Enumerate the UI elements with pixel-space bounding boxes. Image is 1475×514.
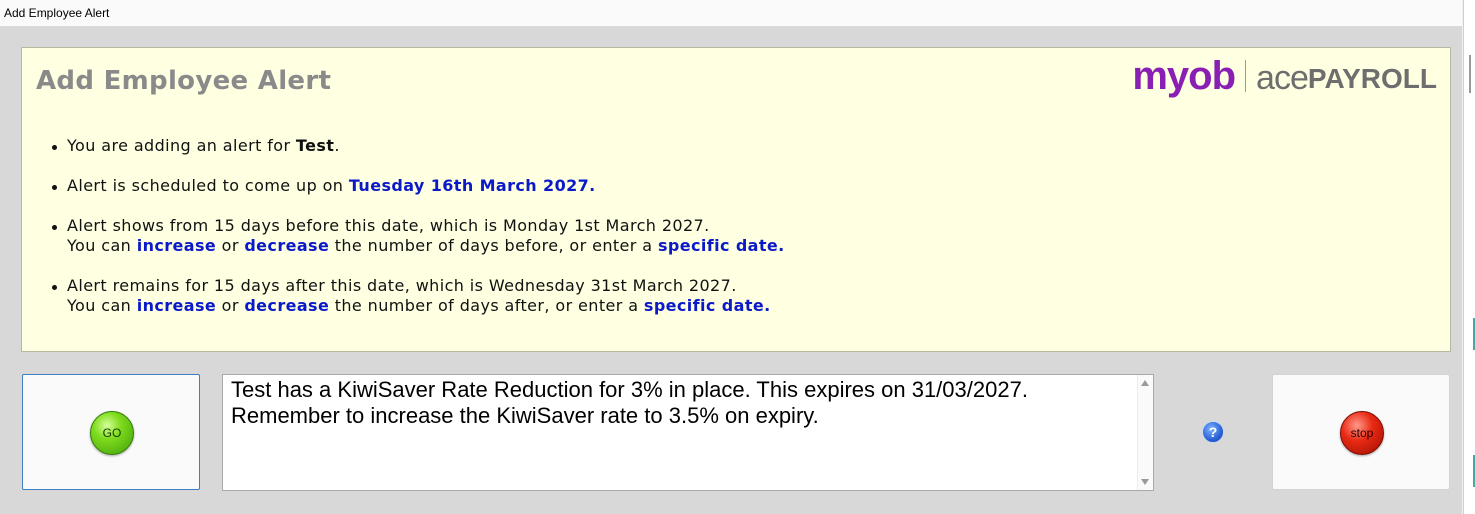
bullet-dot (52, 185, 57, 190)
specific-end-date-link[interactable]: specific date. (644, 296, 771, 315)
window-title: Add Employee Alert (4, 6, 110, 20)
logo-payroll: PAYROLL (1307, 63, 1437, 94)
logo-ace: ace (1256, 59, 1309, 97)
bullet-dot (52, 145, 57, 150)
text: . (334, 136, 340, 155)
bullet-dot (52, 225, 57, 230)
specific-start-date-link[interactable]: specific date. (658, 236, 785, 255)
text: or (216, 236, 245, 255)
text: You can (67, 236, 137, 255)
stop-button[interactable]: stop (1340, 411, 1384, 455)
list-item: You are adding an alert for Test. (52, 136, 1432, 156)
text: Alert is scheduled to come up on (67, 176, 349, 195)
go-button[interactable]: GO (90, 411, 134, 455)
alert-message-text[interactable]: Test has a KiwiSaver Rate Reduction for … (231, 377, 1131, 429)
text: You are adding an alert for (67, 136, 296, 155)
bullet-dot (52, 285, 57, 290)
help-icon[interactable]: ? (1202, 421, 1224, 443)
logo-divider (1245, 60, 1247, 92)
employee-name: Test (295, 136, 335, 155)
list-item: Alert remains for 15 days after this dat… (52, 276, 1432, 316)
text: the number of days before, or enter a (329, 236, 658, 255)
scroll-down-arrow-icon[interactable] (1141, 479, 1149, 485)
alert-date-link[interactable]: Tuesday 16th March 2027. (349, 176, 596, 195)
logo-myob: myob (1132, 54, 1236, 98)
text: Alert remains for 15 days after this dat… (67, 276, 737, 295)
background-window-edge (1463, 0, 1475, 514)
edge-mark (1469, 55, 1471, 93)
text: the number of days after, or enter a (329, 296, 644, 315)
increase-days-before-link[interactable]: increase (137, 236, 216, 255)
myob-ace-payroll-logo: myob acePAYROLL (1132, 54, 1437, 98)
text: or (216, 296, 245, 315)
dialog-body: Add Employee Alert myob acePAYROLL You ar… (0, 27, 1462, 514)
decrease-days-after-link[interactable]: decrease (244, 296, 329, 315)
text: You can (67, 296, 137, 315)
scroll-up-arrow-icon[interactable] (1141, 380, 1149, 386)
alert-details-list: You are adding an alert for Test. Alert … (52, 136, 1432, 336)
title-bar: Add Employee Alert (0, 0, 1462, 27)
info-panel: Add Employee Alert myob acePAYROLL You ar… (21, 47, 1451, 352)
page-title: Add Employee Alert (36, 66, 332, 96)
list-item: Alert is scheduled to come up on Tuesday… (52, 176, 1432, 196)
list-item: Alert shows from 15 days before this dat… (52, 216, 1432, 256)
alert-message-input[interactable]: Test has a KiwiSaver Rate Reduction for … (222, 374, 1154, 491)
decrease-days-before-link[interactable]: decrease (244, 236, 329, 255)
increase-days-after-link[interactable]: increase (137, 296, 216, 315)
go-button-panel[interactable]: GO (22, 374, 200, 490)
message-scrollbar[interactable] (1137, 375, 1153, 490)
text: Alert shows from 15 days before this dat… (67, 216, 710, 235)
stop-button-panel[interactable]: stop (1272, 374, 1450, 490)
